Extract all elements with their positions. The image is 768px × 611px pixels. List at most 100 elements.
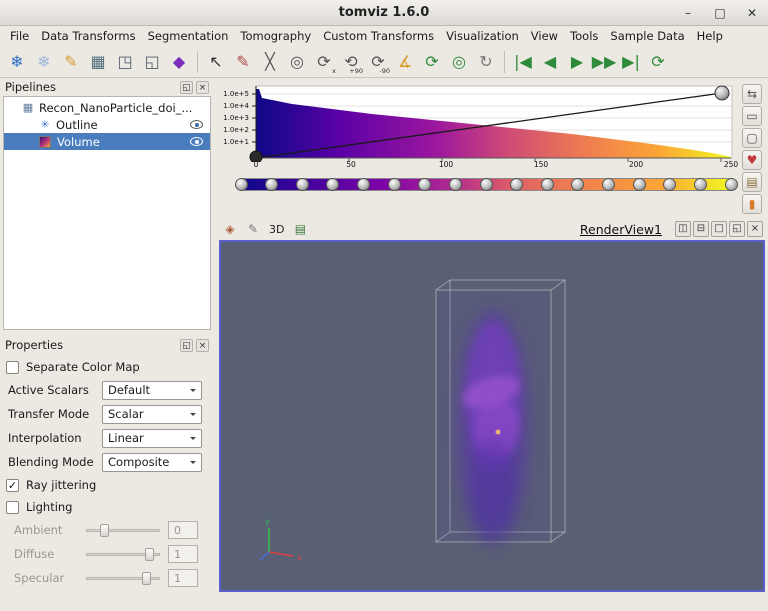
menu-sample-data[interactable]: Sample Data (604, 27, 690, 45)
checkbox-row-lighting[interactable]: Lighting (0, 496, 214, 518)
pointer-icon[interactable]: ↖ (203, 49, 229, 75)
python-editor-icon[interactable]: ✎ (58, 49, 84, 75)
zoom-box-icon[interactable]: ◎ (284, 49, 310, 75)
layout-book-icon[interactable]: ▤ (291, 220, 309, 238)
pipeline-item-outline[interactable]: ✳ Outline (4, 116, 210, 133)
combo-interpolation[interactable]: Linear (102, 428, 202, 448)
histogram-chart[interactable] (222, 84, 737, 162)
colormap-node[interactable] (602, 178, 615, 191)
spinbox-specular[interactable]: 1 (168, 569, 198, 587)
minimize-button[interactable]: – (680, 6, 696, 20)
prev-frame-icon[interactable]: ◀ (537, 49, 563, 75)
color-legend-icon[interactable]: ▮ (742, 194, 762, 214)
open-data-alt-icon[interactable]: ❄ (31, 49, 57, 75)
transform-icon[interactable]: ╳ (257, 49, 283, 75)
slider-handle[interactable] (144, 547, 154, 561)
first-frame-icon[interactable]: |◀ (510, 49, 536, 75)
colormap-node[interactable] (540, 178, 554, 191)
colormap-node[interactable] (234, 178, 248, 191)
combo-transfer-mode[interactable]: Scalar (102, 404, 202, 424)
close-view-button[interactable]: × (747, 221, 763, 237)
edit-colormap-icon[interactable]: ✎ (230, 49, 256, 75)
checkbox-lighting[interactable] (6, 500, 19, 514)
maximize-view-button[interactable]: □ (711, 221, 727, 237)
slider-handle[interactable] (99, 523, 109, 537)
pipelines-close-button[interactable]: × (196, 80, 209, 94)
menu-file[interactable]: File (4, 27, 35, 45)
visibility-eye-icon[interactable] (190, 120, 203, 129)
rotate-x-icon[interactable]: ⟳ x (311, 49, 337, 75)
zoom-to-data-icon[interactable]: ◎ (446, 49, 472, 75)
menu-view[interactable]: View (525, 27, 564, 45)
render-view-title[interactable]: RenderView1 (580, 222, 662, 237)
play-icon[interactable]: ▶ (564, 49, 590, 75)
render-view[interactable]: y x (219, 240, 765, 592)
spinbox-diffuse[interactable]: 1 (168, 545, 198, 563)
colormap-node[interactable] (479, 178, 493, 191)
menu-visualization[interactable]: Visualization (440, 27, 525, 45)
colormap-node[interactable] (357, 178, 370, 191)
slider-ambient[interactable] (86, 523, 160, 538)
menu-custom-transforms[interactable]: Custom Transforms (317, 27, 440, 45)
checkbox-ray-jittering[interactable]: ✓ (6, 478, 19, 492)
colormap-node[interactable] (265, 178, 279, 191)
colormap-node[interactable] (693, 178, 707, 191)
menu-data-transforms[interactable]: Data Transforms (35, 27, 141, 45)
data-cube-icon[interactable]: ◳ (112, 49, 138, 75)
menu-tomography[interactable]: Tomography (234, 27, 317, 45)
checkbox-row-separate-color-map[interactable]: Separate Color Map (0, 356, 214, 378)
maximize-button[interactable]: □ (712, 6, 728, 20)
open-data-icon[interactable]: ❄ (4, 49, 30, 75)
menu-tools[interactable]: Tools (564, 27, 604, 45)
colormap-node[interactable] (632, 178, 646, 191)
last-frame-icon[interactable]: ▶| (618, 49, 644, 75)
favorite-presets-icon[interactable]: ♥ (742, 150, 762, 170)
colormap-node[interactable] (326, 178, 340, 191)
colormap-node[interactable] (387, 178, 401, 191)
checkbox-row-ray-jittering[interactable]: ✓ Ray jittering (0, 474, 214, 496)
title-bar[interactable]: tomviz 1.6.0 – □ ✕ (0, 0, 768, 26)
checkbox-separate-color-map[interactable] (6, 360, 19, 374)
slider-specular[interactable] (86, 571, 160, 586)
next-frame-icon[interactable]: ▶▶ (591, 49, 617, 75)
colormap-bar[interactable] (234, 178, 738, 191)
slider-handle[interactable] (141, 571, 151, 585)
pipeline-item-volume[interactable]: Volume (4, 133, 210, 150)
visibility-eye-icon[interactable] (190, 137, 203, 146)
combo-active-scalars[interactable]: Default (102, 380, 202, 400)
colormap-node[interactable] (418, 178, 432, 191)
slider-diffuse[interactable] (86, 547, 160, 562)
colormap-node[interactable] (510, 178, 524, 191)
colormap-node[interactable] (295, 178, 309, 191)
custom-range-icon[interactable]: ▢ (742, 128, 762, 148)
interaction-mode-icon[interactable]: ✎ (244, 220, 262, 238)
wireframe-cube-icon[interactable]: ◱ (139, 49, 165, 75)
opacity-node-right[interactable] (714, 85, 730, 101)
volume-cube-icon[interactable]: ◆ (166, 49, 192, 75)
combo-blending-mode[interactable]: Composite (102, 452, 202, 472)
reload-icon[interactable]: ↻ (473, 49, 499, 75)
angle-tool-icon[interactable]: ∡ (392, 49, 418, 75)
close-button[interactable]: ✕ (744, 6, 760, 20)
split-horizontal-button[interactable]: ◫ (675, 221, 691, 237)
pipelines-float-button[interactable]: ◱ (180, 80, 193, 94)
colormap-node[interactable] (724, 178, 738, 191)
loop-icon[interactable]: ⟳ (645, 49, 671, 75)
colormap-node[interactable] (663, 178, 677, 191)
rotate-minus90-icon[interactable]: ⟳ -90 (365, 49, 391, 75)
rotate-plus90-icon[interactable]: ⟲ +90 (338, 49, 364, 75)
presets-icon[interactable]: ▤ (742, 172, 762, 192)
menu-help[interactable]: Help (691, 27, 729, 45)
reset-camera-icon[interactable]: ⟳ (419, 49, 445, 75)
colormap-node[interactable] (571, 178, 585, 191)
colormap-node[interactable] (448, 178, 462, 191)
histogram-settings-icon[interactable]: ⇆ (742, 84, 762, 104)
view-mode-3d-label[interactable]: 3D (267, 223, 286, 236)
pipeline-root-item[interactable]: ▦ Recon_NanoParticle_doi_... (4, 99, 210, 116)
pin-view-icon[interactable]: ◈ (221, 220, 239, 238)
properties-float-button[interactable]: ◱ (180, 338, 193, 352)
split-vertical-button[interactable]: ⊟ (693, 221, 709, 237)
spinbox-ambient[interactable]: 0 (168, 521, 198, 539)
acquisition-icon[interactable]: ▦ (85, 49, 111, 75)
properties-close-button[interactable]: × (196, 338, 209, 352)
